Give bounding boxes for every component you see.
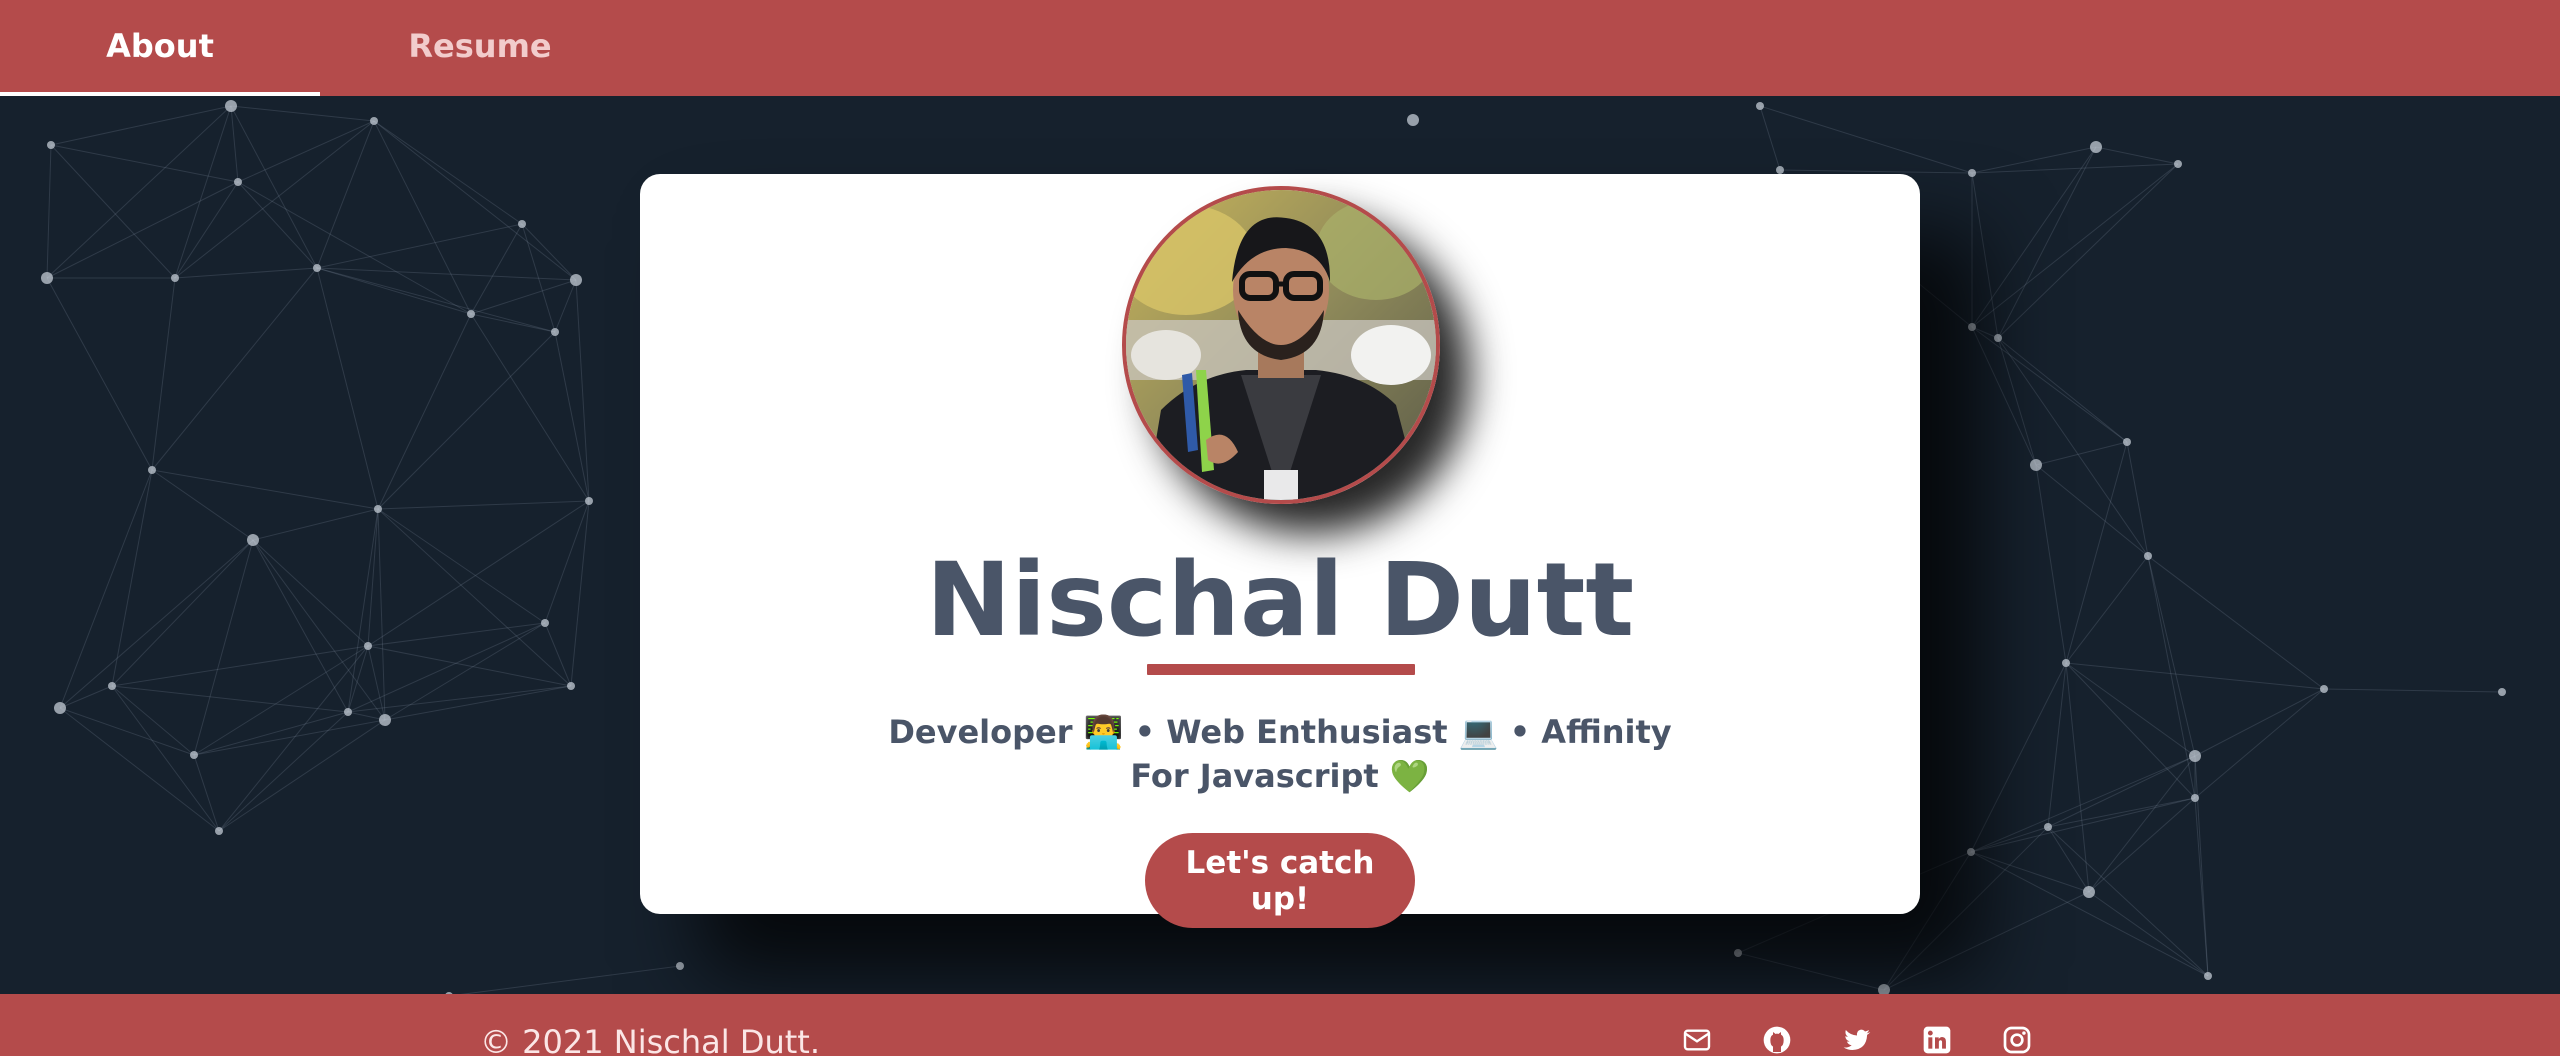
tab-resume-label: Resume (408, 27, 552, 65)
tab-about[interactable]: About (0, 0, 320, 96)
catch-up-button[interactable]: Let's catch up! (1145, 833, 1415, 928)
twitter-icon[interactable] (1841, 1024, 1873, 1056)
mail-icon[interactable] (1681, 1024, 1713, 1056)
instagram-icon[interactable] (2001, 1024, 2033, 1056)
profile-card: Nischal Dutt Developer 👨‍💻 • Web Enthusi… (640, 174, 1920, 928)
profile-name: Nischal Dutt (925, 541, 1635, 660)
top-navigation: About Resume (0, 0, 2560, 96)
profile-tagline: Developer 👨‍💻 • Web Enthusiast 💻 • Affin… (888, 713, 1672, 795)
footer: © 2021 Nischal Dutt. (0, 994, 2560, 1056)
profile-photo-illustration (1126, 190, 1436, 500)
copyright-text: © 2021 Nischal Dutt. (480, 1023, 821, 1056)
tab-about-label: About (106, 27, 214, 65)
name-underline-divider (1147, 664, 1415, 675)
active-tab-indicator (0, 92, 320, 96)
github-icon[interactable] (1761, 1024, 1793, 1056)
linkedin-icon[interactable] (1921, 1024, 1953, 1056)
profile-photo (1122, 186, 1440, 504)
tab-resume[interactable]: Resume (320, 0, 640, 96)
